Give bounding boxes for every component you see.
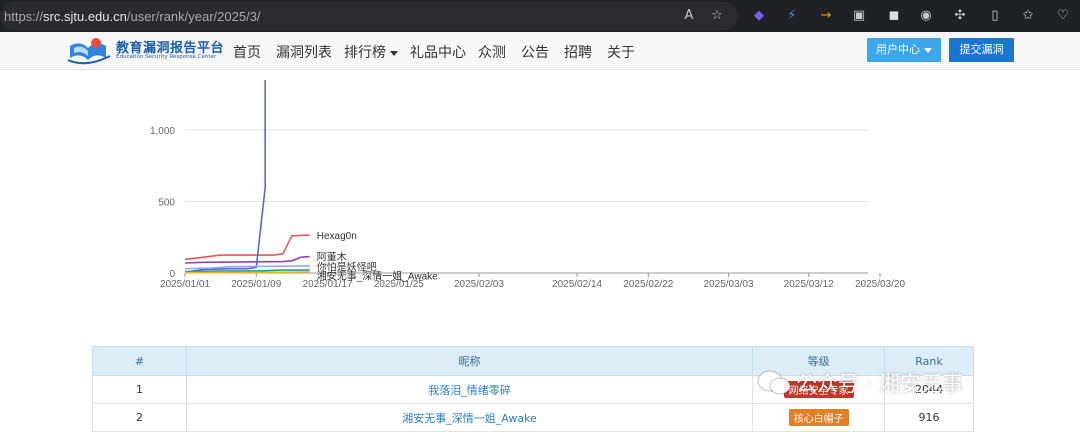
logo-subtitle: Education Security Response Center [116,54,217,60]
watermark-text: 公众号 · 湘安无事 [796,372,964,396]
extension-icon[interactable]: ◼ [886,8,902,24]
series-line [184,234,310,261]
favorites-icon[interactable]: ✩ [1020,8,1036,24]
x-tick-label: 2025/03/12 [784,279,834,290]
y-tick-label: 500 [158,198,175,209]
col-header-index: # [92,346,187,376]
url-text[interactable]: https://src.sjtu.edu.cn/user/rank/year/2… [4,9,261,24]
split-screen-icon[interactable]: ▯ [987,8,1003,24]
level-badge: 核心白帽子 [788,409,849,426]
browser-toolbar: https://src.sjtu.edu.cn/user/rank/year/2… [0,0,1080,32]
extension-icon[interactable]: ▣ [851,8,867,24]
series-end-label: Hexag0n [317,231,357,242]
nav-announcements[interactable]: 公告 [521,42,549,62]
table-row: 2 湘安无事_深情一姐_Awake 核心白帽子 916 [92,403,974,432]
x-tick-label: 2025/02/03 [454,279,504,290]
x-tick-label: 2025/01/01 [160,279,210,290]
rank-trend-chart: 05001,0002025/01/01 2025/01/09 2025/01/17 2… [150,80,905,290]
x-tick-label: 2025/02/22 [623,279,673,290]
x-tick-label: 2025/02/14 [552,279,602,290]
nav-recruitment[interactable]: 招聘 [564,42,592,62]
nav-crowdtest[interactable]: 众测 [478,42,506,62]
nav-home[interactable]: 首页 [233,42,261,62]
extensions-puzzle-icon[interactable]: ✣ [952,8,968,24]
favorite-star-icon[interactable]: ☆ [709,8,725,24]
site-navbar: 教育漏洞报告平台 Education Security Response Cen… [0,32,1080,70]
browser-health-icon[interactable]: ♡ [1055,8,1071,24]
chevron-down-icon [390,50,398,56]
submit-vuln-button[interactable]: 提交漏洞 [949,38,1014,62]
logo-book-icon [67,38,111,65]
x-tick-label: 2025/03/03 [703,279,753,290]
row-index: 1 [92,375,187,404]
nav-about[interactable]: 关于 [607,42,635,62]
read-aloud-icon[interactable]: A [681,8,697,24]
extension-icon[interactable]: ◆ [751,8,767,24]
nickname-link[interactable]: 我落泪_情绪零碎 [185,375,754,404]
chevron-down-icon [924,47,932,53]
rank-value: 916 [884,403,974,432]
series-line [184,271,310,274]
nav-ranking[interactable]: 排行榜 [344,42,398,62]
address-bar[interactable]: https://src.sjtu.edu.cn/user/rank/year/2… [0,2,738,30]
y-tick-label: 1,000 [150,126,175,137]
col-header-nickname: 昵称 [185,346,754,376]
watermark: 公众号 · 湘安无事 [754,364,1054,404]
row-index: 2 [92,403,187,432]
series-end-label: 湘安无事_深情一姐_Awake [317,270,438,283]
x-tick-label: 2025/01/09 [231,279,281,290]
download-icon[interactable]: → [818,8,834,24]
level-cell: 核心白帽子 [752,403,886,432]
site-logo[interactable]: 教育漏洞报告平台 Education Security Response Cen… [66,36,226,66]
user-center-button[interactable]: 用户中心 [867,38,941,62]
wechat-icon [757,370,791,395]
extension-icon[interactable]: ⚡ [784,8,800,24]
nav-gift-center[interactable]: 礼品中心 [410,42,466,62]
series-line [184,80,267,274]
nav-vuln-list[interactable]: 漏洞列表 [276,42,332,62]
extension-icon[interactable]: ◉ [918,8,934,24]
x-tick-label: 2025/03/20 [855,279,905,290]
nickname-link[interactable]: 湘安无事_深情一姐_Awake [185,403,754,432]
